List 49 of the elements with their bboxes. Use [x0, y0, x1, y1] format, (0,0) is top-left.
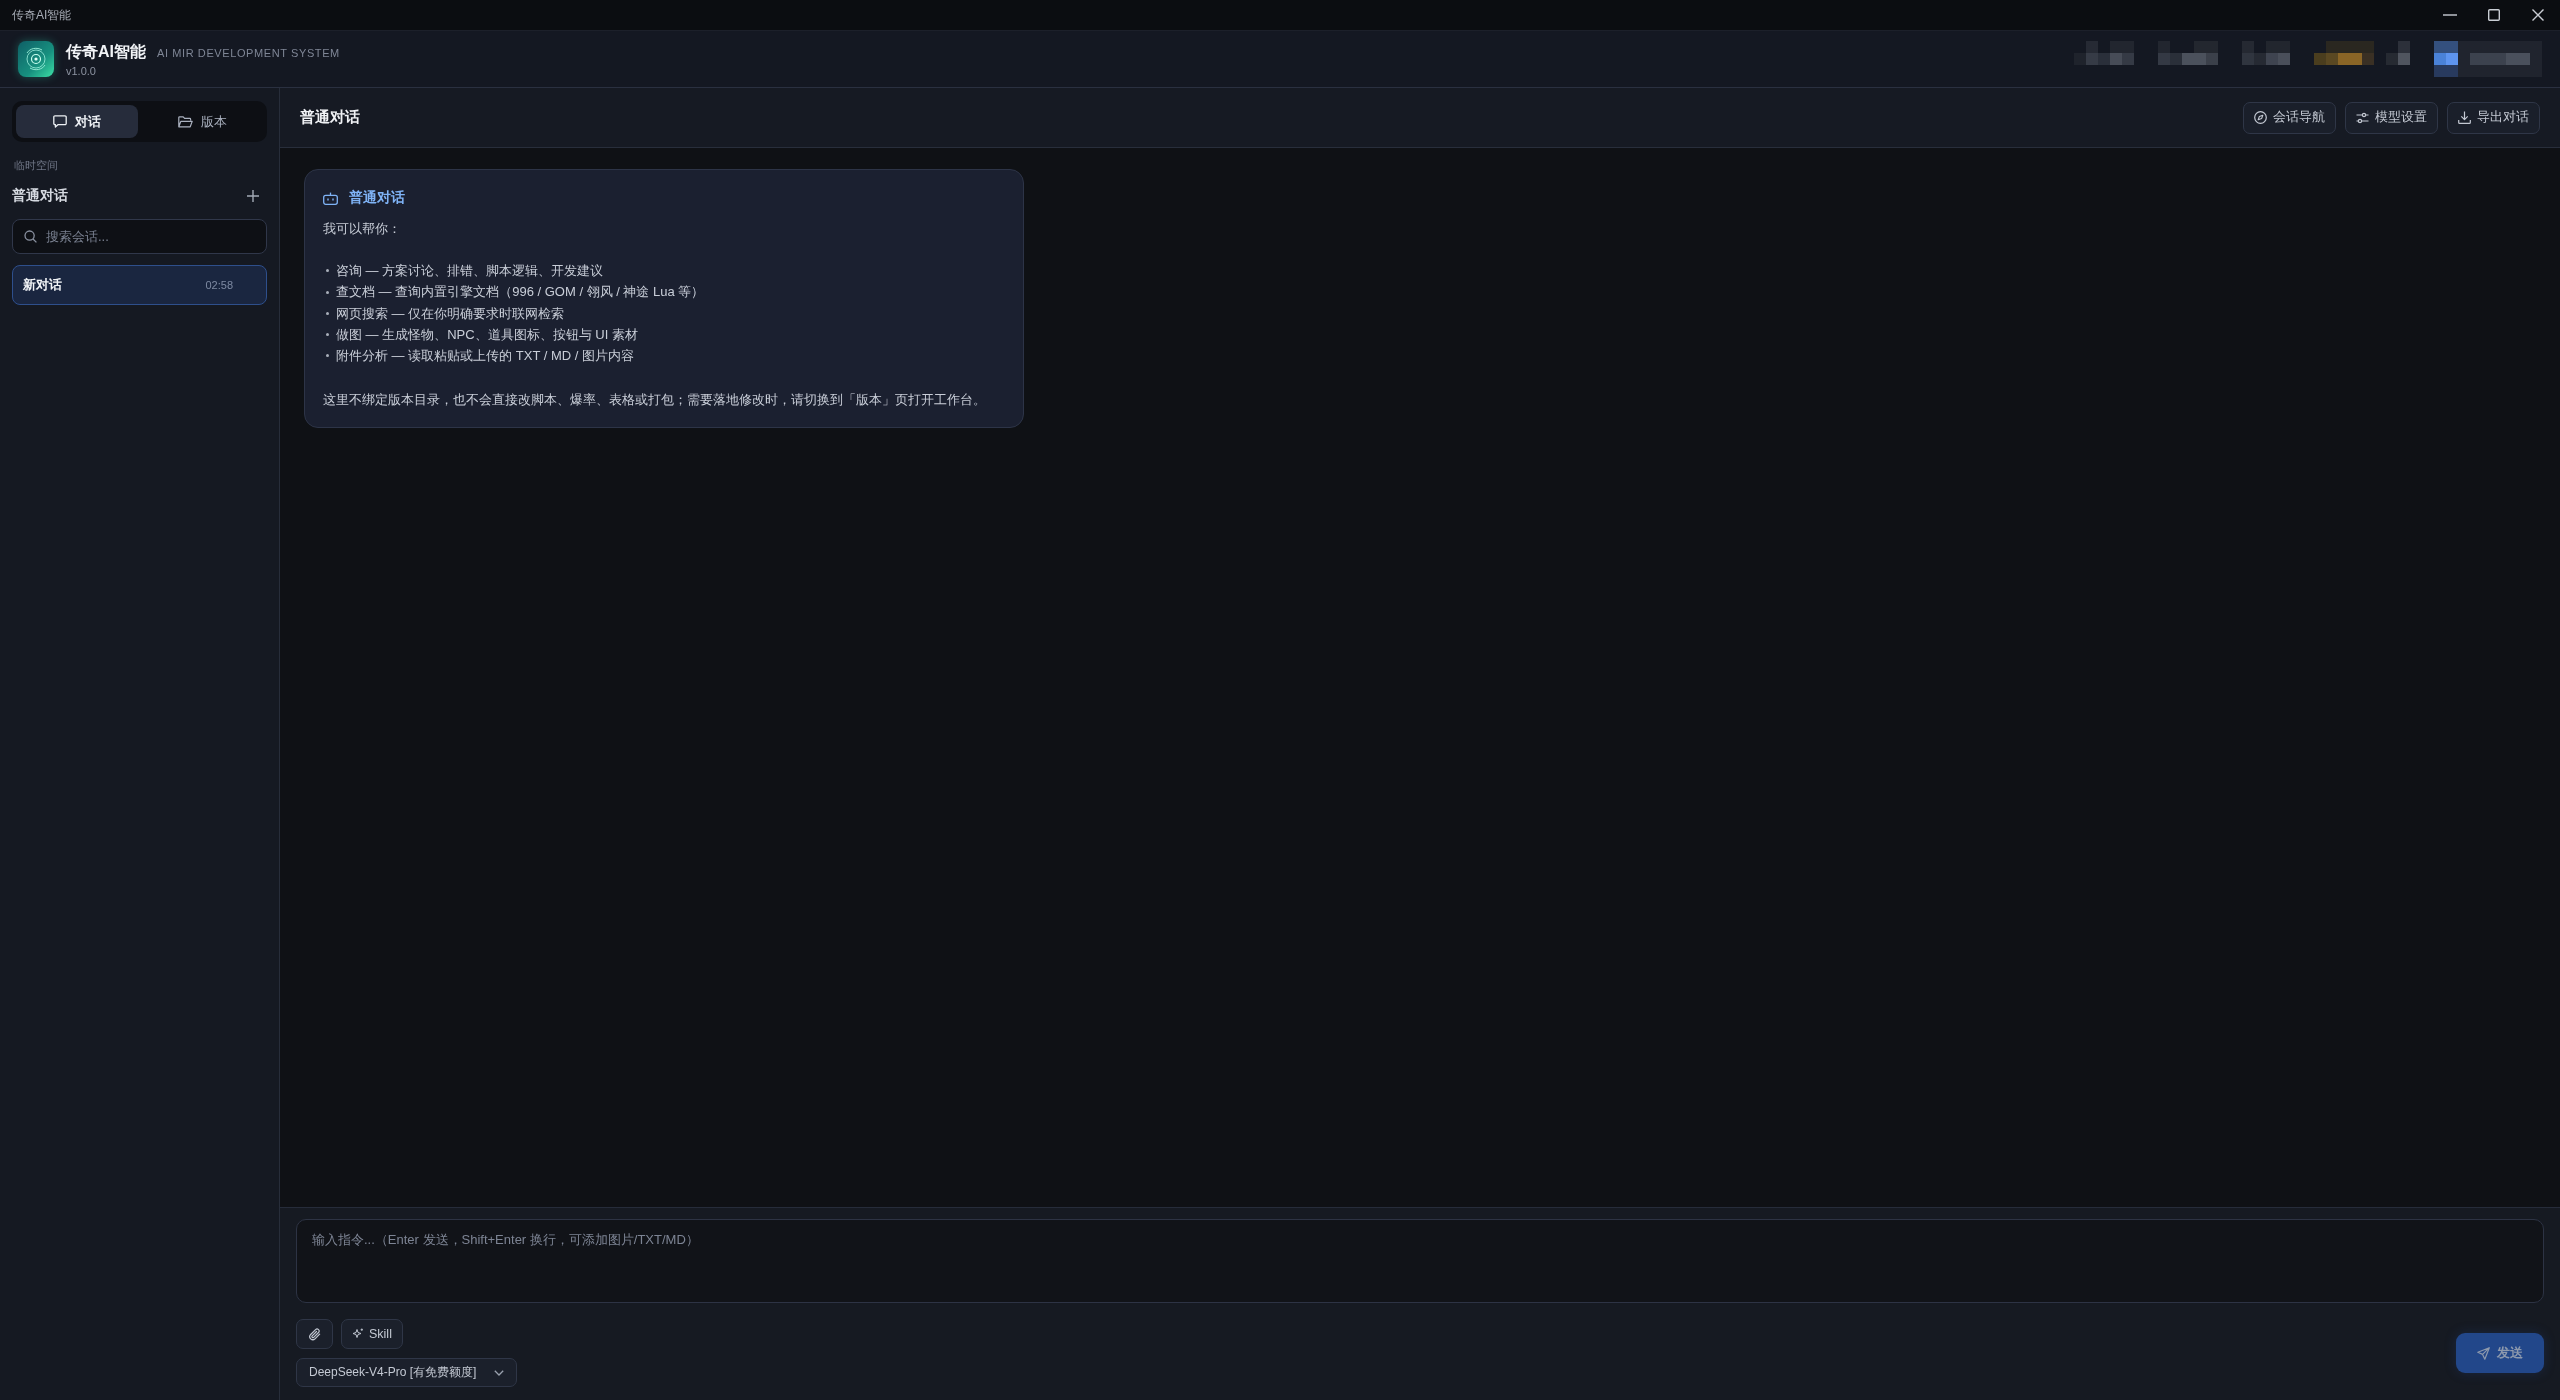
message-input[interactable]: 输入指令...（Enter 发送，Shift+Enter 换行，可添加图片/TXT/MD） — [296, 1219, 2544, 1303]
bullet-icon — [326, 332, 329, 336]
conversation-time: 02:58 — [205, 279, 233, 291]
plus-icon — [247, 190, 259, 202]
message-intro: 我可以帮你： — [323, 220, 402, 238]
list-item-text: 查文档 — 查询内置引擎文档（996 / GOM / 翎风 / 神途 Lua 等） — [336, 283, 705, 302]
chevron-down-icon — [494, 1369, 505, 1376]
compass-icon — [2254, 111, 2267, 124]
toolbar-button[interactable]: 会话导航 — [2243, 101, 2336, 134]
app-subtitle: AI MIR DEVELOPMENT SYSTEM — [157, 46, 340, 59]
bullet-icon — [326, 290, 329, 294]
list-item-text: 咨询 — 方案讨论、排错、脚本逻辑、开发建议 — [336, 262, 604, 281]
toolbar-button[interactable]: 模型设置 — [2345, 101, 2438, 134]
sliders-icon — [2356, 111, 2369, 124]
bullet-icon — [326, 311, 329, 315]
skill-button[interactable]: Skill — [341, 1319, 403, 1349]
app-name: 传奇AI智能 — [66, 41, 146, 62]
window-title: 传奇AI智能 — [12, 6, 72, 24]
search-field[interactable]: 搜索会话... — [12, 219, 267, 254]
maximize-icon — [2488, 9, 2500, 21]
message-title: 普通对话 — [349, 189, 405, 207]
version-label: v1.0.0 — [66, 64, 96, 77]
paperclip-icon — [308, 1327, 321, 1341]
list-item-text: 附件分析 — 读取粘贴或上传的 TXT / MD / 图片内容 — [336, 347, 635, 365]
sidebar-tab[interactable]: 对话 — [16, 105, 138, 138]
list-item-text: 做图 — 生成怪物、NPC、道具图标、按钮与 UI 素材 — [336, 325, 638, 344]
folder-icon — [177, 115, 193, 128]
chat-bubble-icon — [52, 115, 67, 128]
attach-button[interactable] — [296, 1319, 333, 1349]
search-icon — [24, 230, 37, 243]
model-select[interactable]: DeepSeek-V4-Pro [有免费额度] — [296, 1358, 518, 1387]
conversation-title: 新对话 — [23, 276, 62, 294]
sparkle-icon — [352, 1328, 364, 1340]
sidebar-tab[interactable]: 版本 — [141, 105, 263, 138]
message-closing: 这里不绑定版本目录，也不会直接改脚本、爆率、表格或打包；需要落地修改时，请切换到「版本」页打开工作台。 — [323, 391, 987, 410]
send-icon — [2477, 1346, 2490, 1360]
robot-icon — [323, 191, 338, 205]
page-title: 普通对话 — [300, 108, 360, 127]
group-title: 普通对话 — [12, 187, 68, 205]
download-icon — [2458, 111, 2471, 124]
list-item-text: 网页搜索 — 仅在你明确要求时联网检索 — [336, 304, 565, 323]
bullet-icon — [326, 269, 329, 273]
minimize-icon — [2443, 14, 2457, 16]
conversation-item[interactable]: 新对话 02:58 — [12, 265, 267, 305]
section-label: 临时空间 — [14, 158, 58, 172]
app-logo-icon — [18, 41, 54, 77]
toolbar-button[interactable]: 导出对话 — [2447, 101, 2540, 134]
bullet-icon — [326, 354, 329, 358]
close-icon — [2532, 9, 2544, 21]
